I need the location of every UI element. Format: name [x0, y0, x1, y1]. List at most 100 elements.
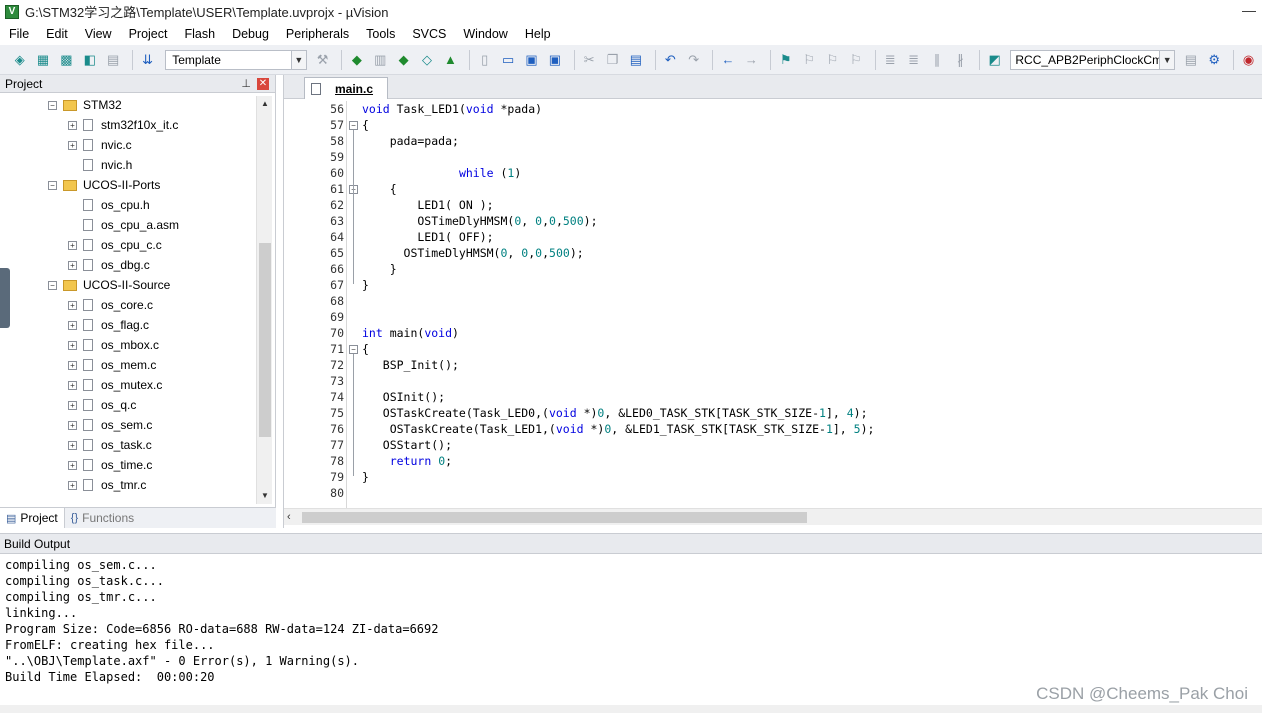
- save-icon[interactable]: ▣: [522, 50, 541, 70]
- tree-file[interactable]: os_cpu.h: [68, 195, 150, 215]
- expand-icon[interactable]: +: [68, 240, 77, 250]
- menu-edit[interactable]: Edit: [37, 23, 76, 45]
- pin-icon[interactable]: ⊥: [241, 77, 251, 90]
- tree-file[interactable]: os_cpu_a.asm: [68, 215, 179, 235]
- menu-peripherals[interactable]: Peripherals: [277, 23, 357, 45]
- new-file-icon[interactable]: ▯: [475, 50, 494, 70]
- menu-view[interactable]: View: [76, 23, 120, 45]
- redo-icon[interactable]: ↷: [684, 50, 703, 70]
- tab-project[interactable]: ▤ Project: [0, 508, 65, 528]
- code-line[interactable]: 72 BSP_Init();: [284, 357, 1262, 373]
- tree-file[interactable]: nvic.h: [68, 155, 132, 175]
- expand-icon[interactable]: +: [68, 140, 77, 150]
- code-line[interactable]: 56 void Task_LED1(void *pada): [284, 101, 1262, 117]
- run-environment-icon[interactable]: ◇: [417, 50, 436, 70]
- expand-icon[interactable]: +: [68, 260, 77, 270]
- expand-icon[interactable]: +: [68, 320, 77, 330]
- fold-collapse-icon[interactable]: −: [349, 121, 358, 130]
- tree-file[interactable]: + os_task.c: [68, 435, 152, 455]
- find-in-files-icon[interactable]: ◩: [985, 50, 1004, 70]
- uncomment-icon[interactable]: ∦: [951, 50, 970, 70]
- software-packs-icon[interactable]: ▲: [441, 50, 460, 70]
- indent-icon[interactable]: ≣: [881, 50, 900, 70]
- code-line[interactable]: 71−{: [284, 341, 1262, 357]
- expand-icon[interactable]: +: [68, 380, 77, 390]
- copy-icon[interactable]: ❐: [603, 50, 622, 70]
- code-line[interactable]: 65 OSTimeDlyHMSM(0, 0,0,500);: [284, 245, 1262, 261]
- tree-file[interactable]: + os_mutex.c: [68, 375, 162, 395]
- pack-installer-icon[interactable]: ◆: [394, 50, 413, 70]
- navigate-forward-icon[interactable]: →: [742, 50, 761, 70]
- code-line[interactable]: 66 }: [284, 261, 1262, 277]
- build-icon[interactable]: ▦: [33, 50, 52, 70]
- expand-icon[interactable]: +: [68, 420, 77, 430]
- code-line[interactable]: 76 OSTaskCreate(Task_LED1,(void *)0, &LE…: [284, 421, 1262, 437]
- tree-file[interactable]: + os_mbox.c: [68, 335, 159, 355]
- navigate-back-icon[interactable]: ←: [718, 50, 737, 70]
- clear-bookmarks-icon[interactable]: ⚐: [846, 50, 865, 70]
- code-area[interactable]: 56 void Task_LED1(void *pada) 57−{58 pada=…: [284, 101, 1262, 508]
- tree-file[interactable]: + os_flag.c: [68, 315, 149, 335]
- code-line[interactable]: 70 int main(void): [284, 325, 1262, 341]
- code-line[interactable]: 57−{: [284, 117, 1262, 133]
- save-all-icon[interactable]: ▣: [545, 50, 564, 70]
- bookmark-icon[interactable]: ⚑: [776, 50, 795, 70]
- tree-file[interactable]: + os_dbg.c: [68, 255, 150, 275]
- find-icon[interactable]: ▤: [1181, 50, 1200, 70]
- tree-folder[interactable]: − STM32: [48, 95, 122, 115]
- scroll-left-icon[interactable]: ‹: [287, 509, 291, 525]
- fold-collapse-icon[interactable]: −: [349, 345, 358, 354]
- minimize-icon[interactable]: —: [1242, 2, 1256, 18]
- menu-project[interactable]: Project: [120, 23, 176, 45]
- menu-flash[interactable]: Flash: [175, 23, 223, 45]
- translate-icon[interactable]: ◈: [10, 50, 29, 70]
- code-line[interactable]: 62 LED1( ON );: [284, 197, 1262, 213]
- code-line[interactable]: 78 return 0;: [284, 453, 1262, 469]
- expand-icon[interactable]: +: [68, 300, 77, 310]
- editor-horizontal-scrollbar[interactable]: ‹: [284, 508, 1262, 525]
- stop-build-icon[interactable]: ▤: [104, 50, 123, 70]
- next-bookmark-icon[interactable]: ⚐: [823, 50, 842, 70]
- expand-icon[interactable]: +: [68, 120, 77, 130]
- expand-icon[interactable]: +: [68, 480, 77, 490]
- collapse-icon[interactable]: −: [48, 180, 57, 190]
- code-line[interactable]: 75 OSTaskCreate(Task_LED0,(void *)0, &LE…: [284, 405, 1262, 421]
- collapse-icon[interactable]: −: [48, 280, 57, 290]
- code-line[interactable]: 77 OSStart();: [284, 437, 1262, 453]
- tree-file[interactable]: + os_q.c: [68, 395, 136, 415]
- rebuild-icon[interactable]: ▩: [57, 50, 76, 70]
- expand-icon[interactable]: +: [68, 460, 77, 470]
- scroll-down-icon[interactable]: ▼: [257, 488, 273, 504]
- code-line[interactable]: 73: [284, 373, 1262, 389]
- close-icon[interactable]: ✕: [257, 78, 269, 90]
- paste-icon[interactable]: ▤: [626, 50, 645, 70]
- tree-file[interactable]: + nvic.c: [68, 135, 132, 155]
- tree-folder[interactable]: − UCOS-II-Ports: [48, 175, 160, 195]
- code-line[interactable]: 61− {: [284, 181, 1262, 197]
- undo-icon[interactable]: ↶: [661, 50, 680, 70]
- build-output-scrollbar[interactable]: [0, 705, 1262, 713]
- tree-file[interactable]: + os_sem.c: [68, 415, 152, 435]
- select-packs-icon[interactable]: ▥: [371, 50, 390, 70]
- expand-icon[interactable]: +: [68, 440, 77, 450]
- unindent-icon[interactable]: ≣: [904, 50, 923, 70]
- debug-session-icon[interactable]: ◉: [1239, 50, 1258, 70]
- project-tree-scrollbar[interactable]: ▲ ▼: [256, 96, 272, 504]
- code-line[interactable]: 69: [284, 309, 1262, 325]
- code-line[interactable]: 59: [284, 149, 1262, 165]
- expand-icon[interactable]: +: [68, 340, 77, 350]
- code-line[interactable]: 63 OSTimeDlyHMSM(0, 0,0,500);: [284, 213, 1262, 229]
- tree-file[interactable]: + os_mem.c: [68, 355, 156, 375]
- tree-file[interactable]: + os_tmr.c: [68, 475, 146, 495]
- download-icon[interactable]: ⇊: [138, 50, 157, 70]
- code-line[interactable]: 60 while (1): [284, 165, 1262, 181]
- open-file-icon[interactable]: ▭: [498, 50, 517, 70]
- tab-functions[interactable]: {} Functions: [65, 508, 140, 528]
- code-line[interactable]: 79}: [284, 469, 1262, 485]
- function-select[interactable]: RCC_APB2PeriphClockCm ▼: [1010, 49, 1176, 70]
- menu-window[interactable]: Window: [454, 23, 515, 45]
- code-line[interactable]: 58 pada=pada;: [284, 133, 1262, 149]
- tree-file[interactable]: + os_time.c: [68, 455, 152, 475]
- menu-file[interactable]: File: [0, 23, 37, 45]
- menu-help[interactable]: Help: [516, 23, 559, 45]
